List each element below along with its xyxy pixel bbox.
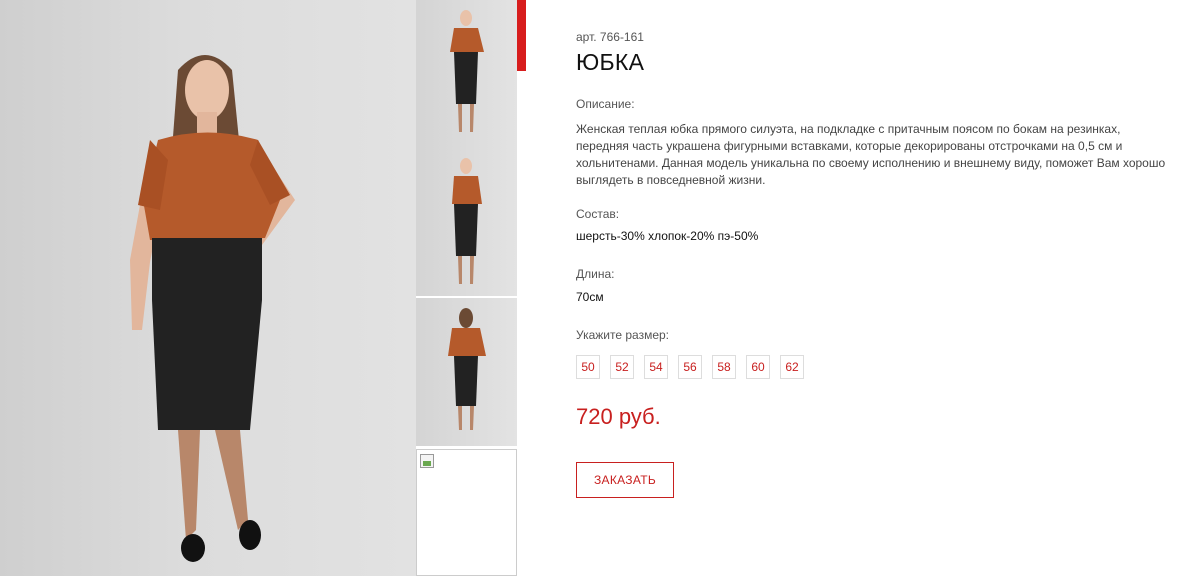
size-option[interactable]: 52 — [610, 355, 634, 379]
thumbnail-2[interactable] — [416, 148, 517, 298]
broken-image-icon — [420, 454, 434, 468]
description-label: Описание: — [576, 97, 635, 111]
length-value: 70см — [576, 290, 604, 304]
size-option[interactable]: 60 — [746, 355, 770, 379]
order-button[interactable]: ЗАКАЗАТЬ — [576, 462, 674, 498]
size-option[interactable]: 56 — [678, 355, 702, 379]
size-option[interactable]: 58 — [712, 355, 736, 379]
composition-value: шерсть-30% хлопок-20% пэ-50% — [576, 229, 759, 243]
size-option[interactable]: 50 — [576, 355, 600, 379]
thumbnail-4[interactable] — [416, 449, 517, 576]
product-sku: арт. 766-161 — [576, 30, 644, 44]
thumbnail-gallery — [416, 0, 517, 576]
composition-label: Состав: — [576, 207, 620, 221]
thumbnail-3[interactable] — [416, 298, 517, 448]
size-selector: 50 52 54 56 58 60 62 — [576, 355, 804, 379]
length-label: Длина: — [576, 267, 615, 281]
description-text: Женская теплая юбка прямого силуэта, на … — [576, 122, 1166, 187]
size-option[interactable]: 54 — [644, 355, 668, 379]
product-title: ЮБКА — [576, 49, 645, 75]
product-price: 720 руб. — [576, 404, 661, 429]
active-thumbnail-indicator — [517, 0, 526, 71]
main-product-photo — [0, 0, 416, 576]
model-figure — [130, 55, 295, 562]
thumbnail-1[interactable] — [416, 0, 517, 150]
size-option[interactable]: 62 — [780, 355, 804, 379]
size-label: Укажите размер: — [576, 328, 670, 342]
